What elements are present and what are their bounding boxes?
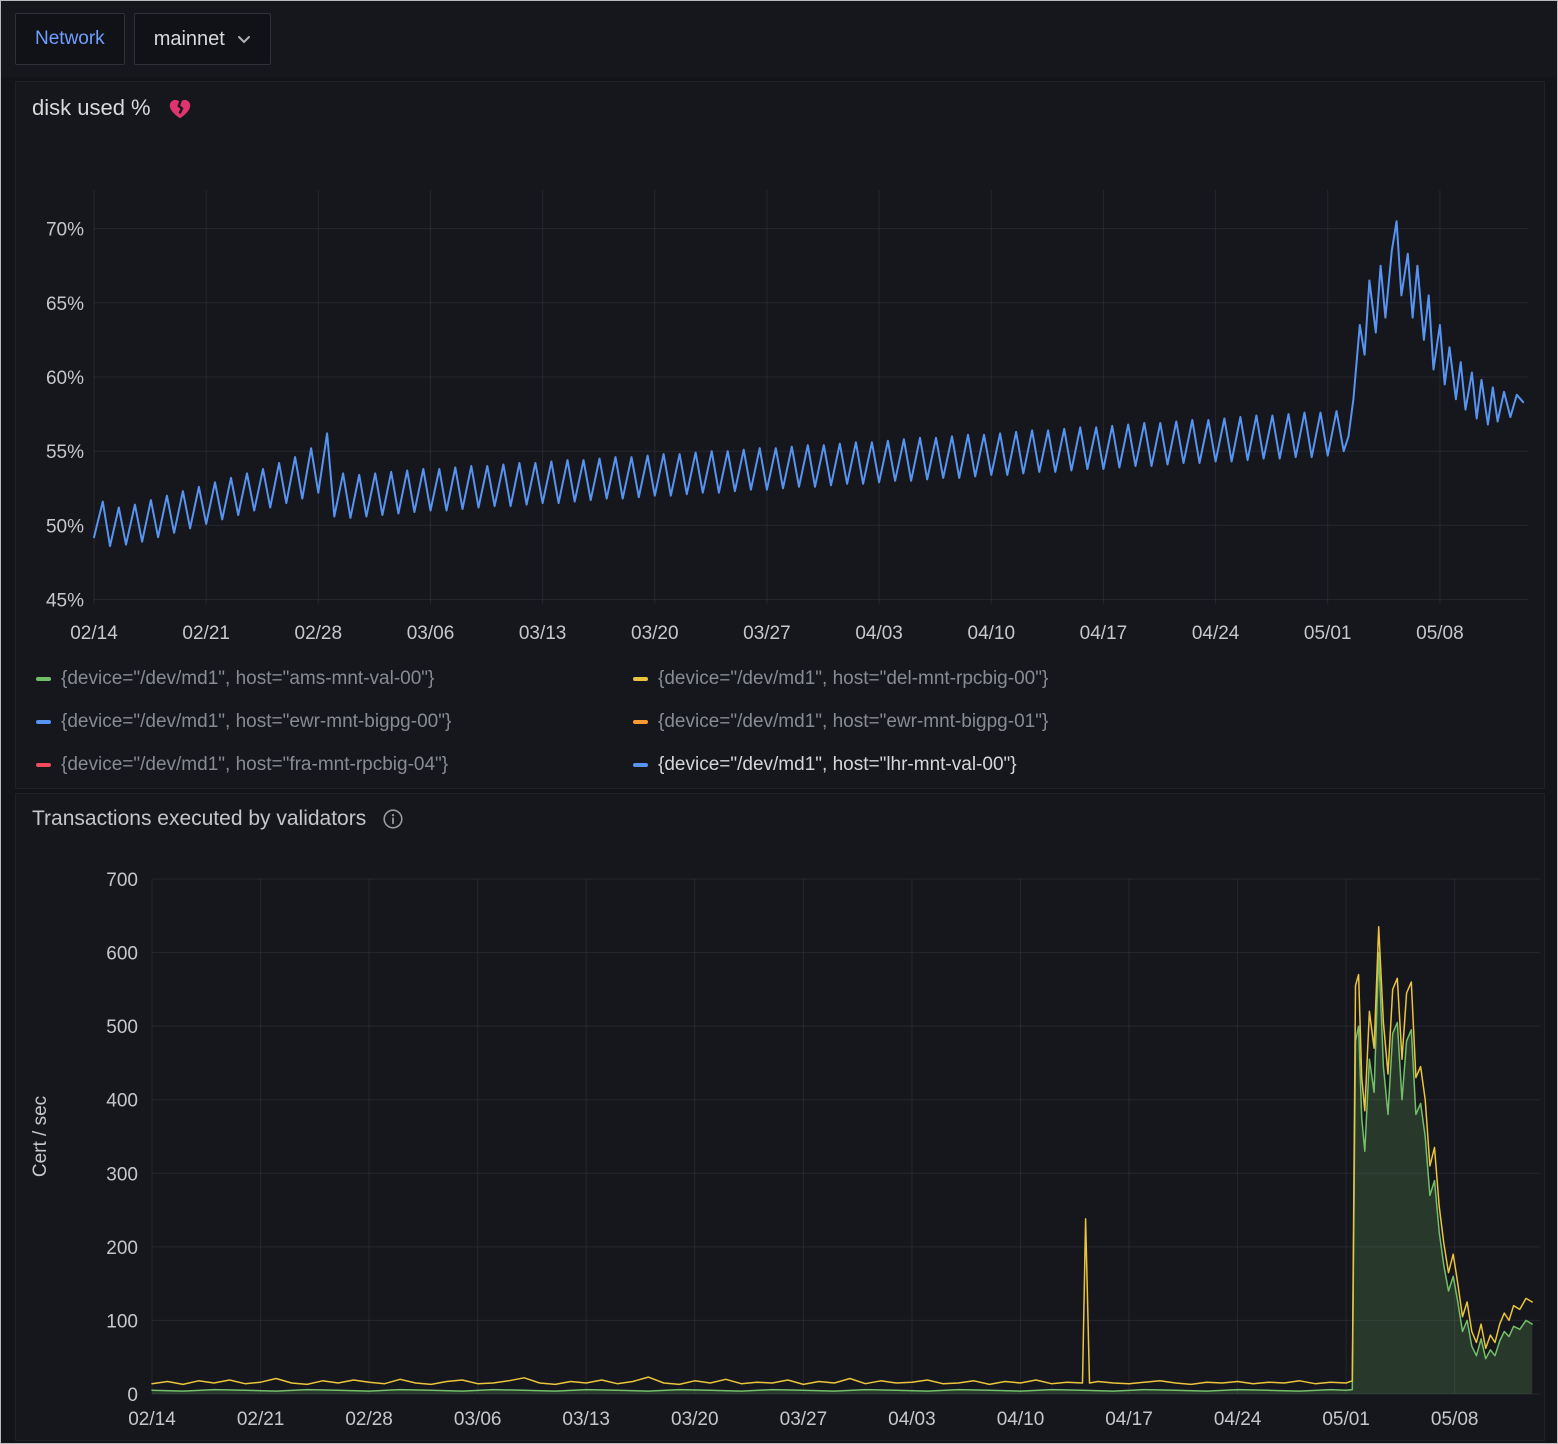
svg-text:02/28: 02/28 [295,623,343,644]
svg-text:400: 400 [106,1091,138,1112]
svg-text:60%: 60% [46,368,84,389]
network-variable-label: Network [15,13,125,65]
svg-text:Cert / sec: Cert / sec [30,1096,51,1177]
svg-text:05/08: 05/08 [1431,1409,1479,1430]
disk-used-legend: {device="/dev/md1", host="ams-mnt-val-00… [36,657,1534,786]
svg-text:04/10: 04/10 [997,1409,1045,1430]
svg-text:70%: 70% [46,220,84,241]
legend-series-label: {device="/dev/md1", host="lhr-mnt-val-00… [658,754,1017,776]
legend-series-dash-icon [36,763,51,767]
svg-text:05/01: 05/01 [1322,1409,1370,1430]
legend-series-dash-icon [633,677,648,681]
svg-text:0: 0 [127,1385,138,1406]
svg-text:02/14: 02/14 [128,1409,176,1430]
panel-transactions: Transactions executed by validators 0 100… [15,793,1545,1441]
panel-transactions-header: Transactions executed by validators [16,794,1544,831]
legend-item[interactable]: {device="/dev/md1", host="ewr-mnt-bigpg-… [36,700,633,743]
legend-item[interactable]: {device="/dev/md1", host="ams-mnt-val-00… [36,657,633,700]
legend-series-dash-icon [36,720,51,724]
svg-text:55%: 55% [46,442,84,463]
svg-text:02/14: 02/14 [70,623,118,644]
svg-text:03/06: 03/06 [407,623,455,644]
svg-text:04/24: 04/24 [1192,623,1240,644]
panel-title: Transactions executed by validators [32,807,366,831]
svg-text:500: 500 [106,1017,138,1038]
disk-used-chart[interactable]: 45% 50% 55% 60% 65% 70% 02/14 02/21 02/28 03/06 03… [16,132,1544,654]
svg-text:03/13: 03/13 [519,623,567,644]
svg-text:04/24: 04/24 [1214,1409,1262,1430]
svg-text:04/10: 04/10 [968,623,1016,644]
legend-series-label: {device="/dev/md1", host="ewr-mnt-bigpg-… [61,711,451,733]
grafana-dashboard: { "topbar": { "network_label": "Network"… [0,0,1558,1444]
svg-text:05/01: 05/01 [1304,623,1352,644]
svg-text:03/27: 03/27 [780,1409,828,1430]
panel-disk-used-header: disk used % [16,82,1544,121]
legend-series-dash-icon [633,720,648,724]
svg-text:03/27: 03/27 [743,623,791,644]
svg-text:02/21: 02/21 [237,1409,285,1430]
dashboard-variables-bar: Network mainnet [1,1,1557,77]
svg-text:45%: 45% [46,591,84,612]
legend-series-dash-icon [36,677,51,681]
transactions-chart[interactable]: 0 100 200 300 400 500 600 700 02/14 02/21 02/28 03/… [16,840,1544,1440]
panel-title: disk used % [32,95,151,121]
svg-text:300: 300 [106,1164,138,1185]
info-circle-icon[interactable] [382,808,404,830]
svg-text:200: 200 [106,1238,138,1259]
panel-disk-used: disk used % 45% 50% 55% 60% 65% 70% 02/14 02/21… [15,81,1545,789]
svg-text:02/28: 02/28 [345,1409,393,1430]
svg-text:05/08: 05/08 [1416,623,1464,644]
svg-text:04/03: 04/03 [855,623,903,644]
legend-item[interactable]: {device="/dev/md1", host="del-mnt-rpcbig… [633,657,1534,700]
svg-text:04/03: 04/03 [888,1409,936,1430]
legend-item[interactable]: {device="/dev/md1", host="ewr-mnt-bigpg-… [633,700,1534,743]
broken-heart-icon [167,96,193,120]
chevron-down-icon [237,35,251,44]
svg-text:03/20: 03/20 [631,623,679,644]
legend-series-label: {device="/dev/md1", host="fra-mnt-rpcbig… [61,754,448,776]
legend-item[interactable]: {device="/dev/md1", host="lhr-mnt-val-00… [633,743,1534,786]
legend-series-label: {device="/dev/md1", host="ams-mnt-val-00… [61,668,434,690]
svg-text:03/20: 03/20 [671,1409,719,1430]
network-variable-label-text: Network [35,28,105,50]
legend-series-label: {device="/dev/md1", host="ewr-mnt-bigpg-… [658,711,1048,733]
legend-item[interactable]: {device="/dev/md1", host="fra-mnt-rpcbig… [36,743,633,786]
svg-text:50%: 50% [46,516,84,537]
svg-text:02/21: 02/21 [182,623,230,644]
legend-series-label: {device="/dev/md1", host="del-mnt-rpcbig… [658,668,1048,690]
svg-text:700: 700 [106,870,138,891]
network-variable-dropdown[interactable]: mainnet [134,13,271,65]
svg-text:04/17: 04/17 [1080,623,1128,644]
svg-text:04/17: 04/17 [1105,1409,1153,1430]
svg-text:100: 100 [106,1311,138,1332]
legend-series-dash-icon [633,763,648,767]
svg-text:03/13: 03/13 [562,1409,610,1430]
network-variable-value: mainnet [154,28,225,51]
svg-text:65%: 65% [46,294,84,315]
svg-text:03/06: 03/06 [454,1409,502,1430]
svg-text:600: 600 [106,944,138,965]
